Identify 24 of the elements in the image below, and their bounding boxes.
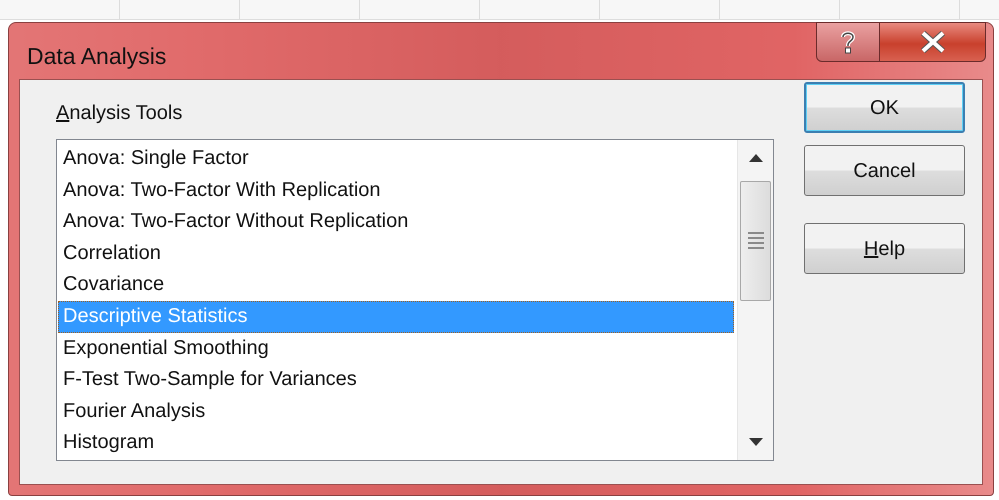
list-item[interactable]: Histogram	[58, 427, 734, 459]
list-item[interactable]: Correlation	[58, 238, 734, 270]
list-item[interactable]: Fourier Analysis	[58, 396, 734, 428]
grip-icon	[746, 230, 764, 252]
help-button[interactable]	[816, 22, 880, 62]
dialog-button[interactable]: Cancel	[804, 145, 965, 196]
list-item[interactable]: Anova: Two-Factor With Replication	[58, 174, 734, 206]
list-item[interactable]: F-Test Two-Sample for Variances	[58, 364, 734, 396]
list-item[interactable]: Anova: Single Factor	[58, 143, 734, 175]
tools-listbox[interactable]	[56, 139, 774, 461]
dialog-button[interactable]: Help	[804, 223, 965, 274]
scroll-down-icon[interactable]	[749, 438, 763, 446]
list-item[interactable]: Covariance	[58, 269, 734, 301]
dialog-button[interactable]: OK	[804, 82, 965, 133]
list-item[interactable]: Anova: Two-Factor Without Replication	[58, 206, 734, 238]
scroll-thumb[interactable]	[740, 181, 771, 301]
close-icon	[920, 31, 946, 53]
help-icon	[840, 30, 856, 54]
list-item[interactable]: Exponential Smoothing	[58, 332, 734, 364]
scroll-up-icon[interactable]	[749, 154, 763, 162]
group-label: Analysis Tools	[56, 101, 184, 126]
scrollbar[interactable]	[737, 140, 773, 460]
close-button[interactable]	[880, 22, 986, 62]
window-title: Data Analysis	[27, 42, 166, 71]
